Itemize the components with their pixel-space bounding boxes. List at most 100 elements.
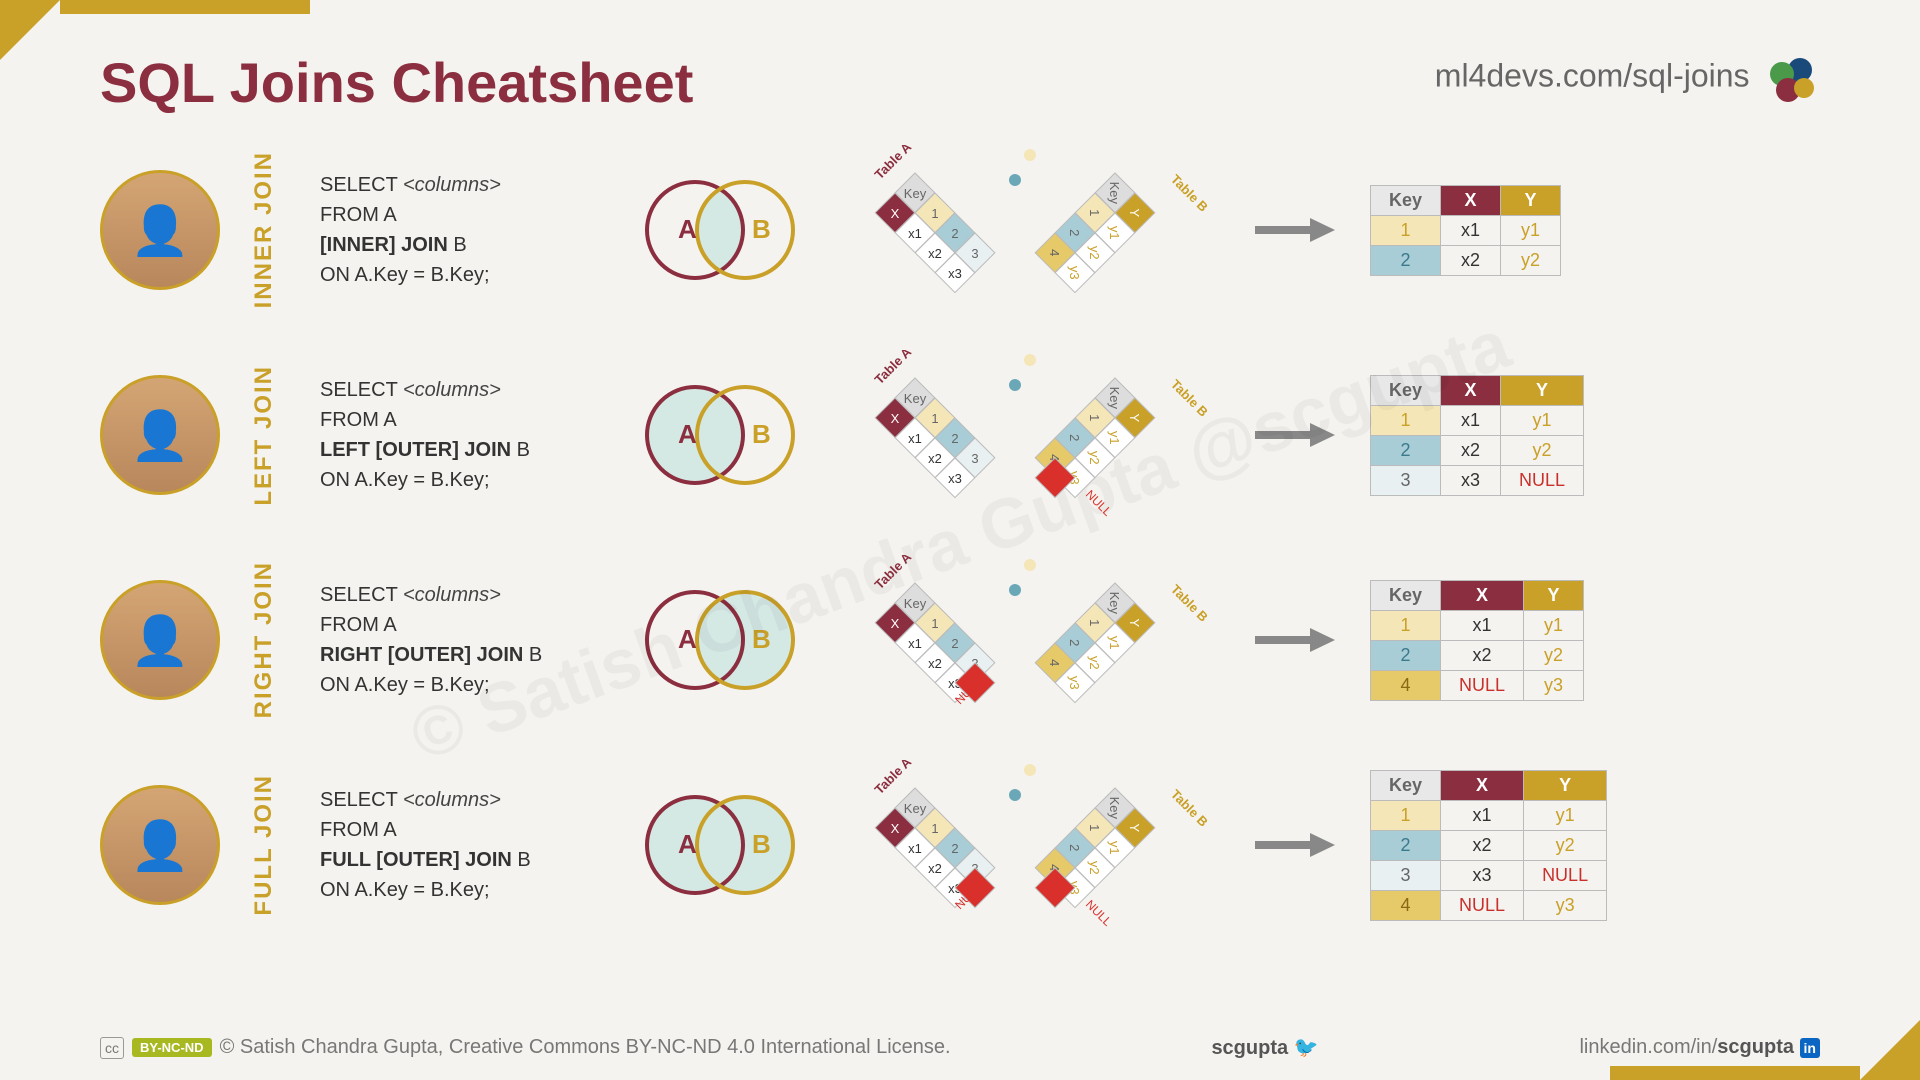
result-table: KeyXY1x1y12x2y2 <box>1370 185 1561 276</box>
svg-text:Table B: Table B <box>1168 582 1211 625</box>
svg-text:Y: Y <box>1127 208 1142 217</box>
arrow-icon <box>1250 625 1340 655</box>
venn-diagram: A B <box>630 575 810 705</box>
table-row: 4NULLy3 <box>1371 890 1607 920</box>
join-row-full-join: 👤 FULL JOIN SELECT <columns> FROM A FULL… <box>100 760 1820 930</box>
author-avatar: 👤 <box>100 785 220 905</box>
svg-text:Key: Key <box>904 186 927 201</box>
svg-text:x1: x1 <box>908 226 922 241</box>
table-row: 1x1y1 <box>1371 405 1584 435</box>
svg-text:X: X <box>891 206 900 221</box>
col-key: Key <box>1371 580 1441 610</box>
svg-text:x3: x3 <box>948 471 962 486</box>
svg-text:y3: y3 <box>1067 676 1082 690</box>
svg-text:y1: y1 <box>1107 431 1122 445</box>
author-avatar: 👤 <box>100 170 220 290</box>
svg-text:4: 4 <box>1047 659 1062 666</box>
license-block: cc BY-NC-ND © Satish Chandra Gupta, Crea… <box>100 1036 951 1059</box>
corner-decoration-br <box>1860 1020 1920 1080</box>
table-row: 1x1y1 <box>1371 800 1607 830</box>
svg-text:1: 1 <box>1087 619 1102 626</box>
svg-text:B: B <box>752 214 771 244</box>
svg-text:Key: Key <box>904 391 927 406</box>
author-avatar: 👤 <box>100 375 220 495</box>
svg-text:Key: Key <box>1107 592 1122 615</box>
svg-text:1: 1 <box>1087 414 1102 421</box>
cc-icon: cc <box>100 1037 124 1059</box>
svg-text:X: X <box>891 616 900 631</box>
join-row-left-join: 👤 LEFT JOIN SELECT <columns> FROM A LEFT… <box>100 350 1820 520</box>
svg-text:Key: Key <box>1107 387 1122 410</box>
join-type-label: RIGHT JOIN <box>250 561 290 718</box>
table-visualization: Table AXKey123x1x2x3Table BYKey124y1y2y3… <box>840 555 1220 725</box>
twitter-link[interactable]: scgupta 🐦 <box>1211 1035 1318 1060</box>
result-table: KeyXY1x1y12x2y23x3NULL4NULLy3 <box>1370 770 1607 921</box>
linkedin-icon: in <box>1800 1038 1820 1058</box>
svg-text:1: 1 <box>1087 824 1102 831</box>
table-row: 2x2y2 <box>1371 435 1584 465</box>
svg-text:x1: x1 <box>908 431 922 446</box>
result-table: KeyXY1x1y12x2y24NULLy3 <box>1370 580 1584 701</box>
svg-text:2: 2 <box>1067 434 1082 441</box>
svg-text:Table A: Table A <box>872 350 915 387</box>
col-key: Key <box>1371 375 1441 405</box>
svg-text:A: A <box>678 624 697 654</box>
svg-text:2: 2 <box>951 431 958 446</box>
join-type-label: LEFT JOIN <box>250 365 290 506</box>
copyright-text: © Satish Chandra Gupta, Creative Commons… <box>220 1036 951 1059</box>
svg-text:X: X <box>891 821 900 836</box>
svg-text:x2: x2 <box>928 656 942 671</box>
venn-diagram: A B <box>630 370 810 500</box>
site-logo-icon <box>1764 52 1820 113</box>
header: SQL Joins Cheatsheet ml4devs.com/sql-joi… <box>100 50 1820 115</box>
sql-code: SELECT <columns> FROM A RIGHT [OUTER] JO… <box>320 580 600 700</box>
corner-decoration-tl <box>0 0 60 60</box>
svg-text:Key: Key <box>904 596 927 611</box>
svg-text:3: 3 <box>971 246 978 261</box>
svg-text:Y: Y <box>1127 618 1142 627</box>
join-type-label: FULL JOIN <box>250 774 290 916</box>
svg-text:Key: Key <box>1107 797 1122 820</box>
table-row: 3x3NULL <box>1371 860 1607 890</box>
svg-text:NULL: NULL <box>1083 897 1115 929</box>
svg-text:2: 2 <box>1067 639 1082 646</box>
svg-text:Key: Key <box>904 801 927 816</box>
svg-text:B: B <box>752 624 771 654</box>
svg-text:1: 1 <box>931 411 938 426</box>
table-row: 2x2y2 <box>1371 830 1607 860</box>
svg-text:NULL: NULL <box>1083 487 1115 519</box>
table-row: 4NULLy3 <box>1371 670 1584 700</box>
sql-code: SELECT <columns> FROM A LEFT [OUTER] JOI… <box>320 375 600 495</box>
col-x: X <box>1441 375 1501 405</box>
svg-text:Y: Y <box>1127 413 1142 422</box>
svg-text:1: 1 <box>931 616 938 631</box>
url-text: ml4devs.com/sql-joins <box>1435 58 1750 94</box>
svg-text:1: 1 <box>931 206 938 221</box>
col-y: Y <box>1524 770 1607 800</box>
col-key: Key <box>1371 770 1441 800</box>
svg-text:2: 2 <box>951 226 958 241</box>
col-x: X <box>1441 185 1501 215</box>
cc-badge: BY-NC-ND <box>132 1038 212 1057</box>
svg-text:A: A <box>678 214 697 244</box>
svg-text:x2: x2 <box>928 861 942 876</box>
linkedin-link[interactable]: linkedin.com/in/scgupta in <box>1579 1036 1820 1059</box>
svg-text:x3: x3 <box>948 266 962 281</box>
svg-text:y2: y2 <box>1087 246 1102 260</box>
page-title: SQL Joins Cheatsheet <box>100 50 693 115</box>
svg-text:1: 1 <box>931 821 938 836</box>
svg-text:Y: Y <box>1127 823 1142 832</box>
svg-text:x1: x1 <box>908 841 922 856</box>
svg-text:y1: y1 <box>1107 841 1122 855</box>
join-row-right-join: 👤 RIGHT JOIN SELECT <columns> FROM A RIG… <box>100 555 1820 725</box>
header-link[interactable]: ml4devs.com/sql-joins <box>1435 52 1820 113</box>
col-x: X <box>1441 580 1524 610</box>
join-type-label: INNER JOIN <box>250 151 290 308</box>
svg-text:2: 2 <box>951 841 958 856</box>
svg-text:2: 2 <box>951 636 958 651</box>
svg-text:y1: y1 <box>1107 226 1122 240</box>
col-y: Y <box>1501 375 1584 405</box>
svg-text:A: A <box>678 829 697 859</box>
svg-text:A: A <box>678 419 697 449</box>
arrow-icon <box>1250 420 1340 450</box>
